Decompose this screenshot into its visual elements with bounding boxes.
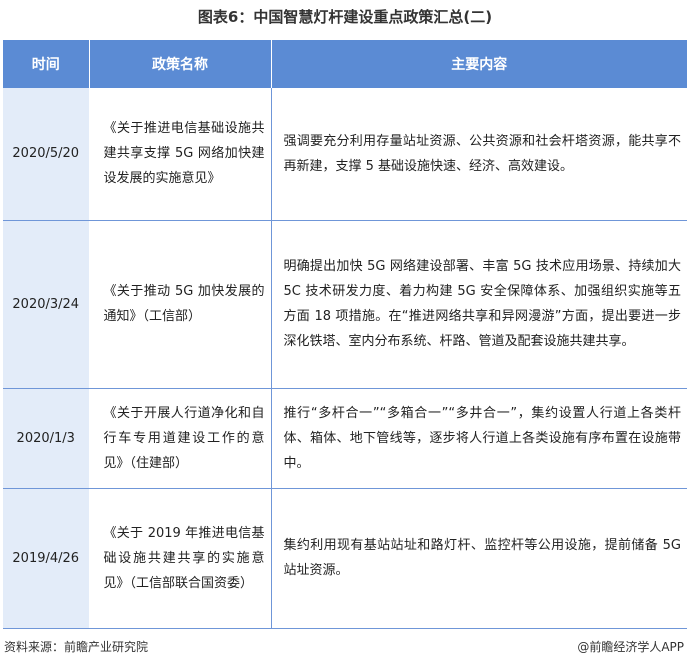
column-header-policy-name: 政策名称	[89, 40, 272, 88]
row-policy-name: 《关于推动 5G 加快发展的通知》（工信部）	[89, 220, 272, 389]
row-date: 2020/5/20	[3, 88, 90, 221]
row-policy-name: 《关于推进电信基础设施共建共享支撑 5G 网络加快建设发展的实施意见》	[89, 88, 272, 221]
column-header-main-content: 主要内容	[271, 40, 687, 88]
table-row: 2020/5/20 《关于推进电信基础设施共建共享支撑 5G 网络加快建设发展的…	[3, 88, 687, 221]
figure-title: 图表6：中国智慧灯杆建设重点政策汇总(二)	[197, 8, 493, 26]
row-content: 推行“多杆合一”“多箱合一”“多井合一”，集约设置人行道上各类杆体、箱体、地下管…	[271, 388, 687, 489]
brand-credit: @前瞻经济学人APP	[577, 640, 684, 654]
policy-table: 时间 政策名称 主要内容 2020/5/20 《关于推进电信基础设施共建共享支撑…	[3, 40, 687, 629]
column-header-time: 时间	[3, 40, 90, 88]
row-content: 强调要充分利用存量站址资源、公共资源和社会杆塔资源，能共享不再新建，支撑 5 基…	[271, 88, 687, 221]
source-note: 资料来源：前瞻产业研究院	[4, 640, 149, 654]
row-content: 明确提出加快 5G 网络建设部署、丰富 5G 技术应用场景、持续加大 5C 技术…	[271, 220, 687, 389]
row-date: 2020/1/3	[3, 388, 90, 489]
row-date: 2020/3/24	[3, 220, 90, 389]
table-row: 2020/3/24 《关于推动 5G 加快发展的通知》（工信部） 明确提出加快 …	[3, 220, 687, 389]
row-content: 集约利用现有基站站址和路灯杆、监控杆等公用设施，提前储备 5G 站址资源。	[271, 488, 687, 629]
row-policy-name: 《关于 2019 年推进电信基础设施共建共享的实施意见》（工信部联合国资委）	[89, 488, 272, 629]
table-header-row: 时间 政策名称 主要内容	[3, 40, 687, 88]
row-date: 2019/4/26	[3, 488, 90, 629]
table-row: 2020/1/3 《关于开展人行道净化和自行车专用道建设工作的意见》（住建部） …	[3, 388, 687, 489]
row-policy-name: 《关于开展人行道净化和自行车专用道建设工作的意见》（住建部）	[89, 388, 272, 489]
footer: 资料来源：前瞻产业研究院 @前瞻经济学人APP	[0, 638, 690, 658]
table-row: 2019/4/26 《关于 2019 年推进电信基础设施共建共享的实施意见》（工…	[3, 488, 687, 629]
